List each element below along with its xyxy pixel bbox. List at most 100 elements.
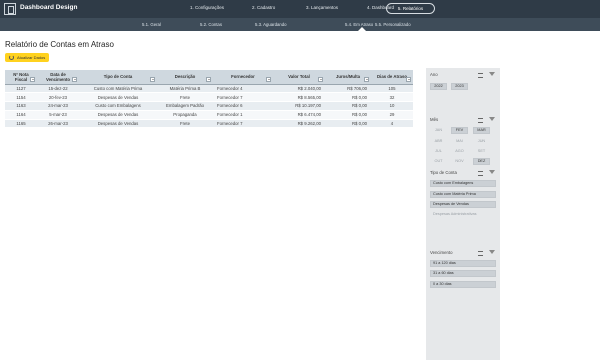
col-header-dias-atraso: Dias de Atraso [371, 70, 413, 85]
refresh-icon [9, 55, 14, 60]
multi-select-icon[interactable] [478, 117, 484, 123]
slicer-item-mes-set[interactable]: SET [473, 148, 490, 155]
table-row[interactable]: 1154 20-fev-23 Despesas de Vendas Frete … [5, 92, 413, 103]
update-data-button[interactable]: Atualizar Dados [5, 53, 49, 62]
subnav-item-aguardando[interactable]: 5.3. Aguardando [255, 22, 287, 27]
slicer-item-mes-mai[interactable]: MAI [451, 138, 468, 145]
clear-filter-icon[interactable] [489, 170, 495, 176]
slicer-title-tipo-conta: Tipo de Conta [430, 170, 457, 175]
table-row[interactable]: 1164 5-mar-23 Despesas de Vendas Propaga… [5, 110, 413, 120]
cell-juros-multa: R$ 706,00 [325, 83, 371, 94]
subnav-item-geral[interactable]: 5.1. Geral [142, 22, 161, 27]
col-header-juros-multa: Juros/Multa [325, 70, 371, 85]
slicer-item-mes-jan[interactable]: JAN [430, 127, 447, 134]
slicer-item-mes-jun[interactable]: JUN [473, 138, 490, 145]
dropdown-arrow-icon[interactable] [30, 76, 35, 82]
cell-valor-total: R$ 2.040,00 [273, 83, 325, 94]
clear-filter-icon[interactable] [489, 117, 495, 123]
cell-fornecedor: Fornecedor 7 [213, 92, 273, 103]
nav-item-lancamentos[interactable]: 3. Lançamentos [306, 5, 338, 10]
col-header-vencimento: Data de Vencimento [37, 70, 79, 85]
cell-nota-fiscal: 1127 [5, 83, 37, 94]
nav-item-relatorios[interactable]: 5. Relatórios [386, 3, 435, 14]
slicer-item-vencimento-0-30[interactable]: 0 a 30 dias [430, 281, 496, 288]
cell-juros-multa: R$ 0,00 [325, 119, 371, 129]
clear-filter-icon[interactable] [489, 250, 495, 256]
slicer-item-mes-dez[interactable]: DEZ [473, 158, 490, 165]
top-nav-bar: Dashboard Design 1. Configurações 2. Cad… [0, 0, 600, 18]
dashboard-logo-icon [4, 3, 16, 15]
slicer-item-tipo-embalagens[interactable]: Custo com Embalagens [430, 180, 496, 187]
slicer-item-vencimento-31-60[interactable]: 31 a 60 dias [430, 270, 496, 277]
cell-nota-fiscal: 1164 [5, 110, 37, 120]
slicer-item-mes-abr[interactable]: ABR [430, 138, 447, 145]
cell-valor-total: R$ 8.565,00 [273, 92, 325, 103]
slicer-item-vencimento-91-120[interactable]: 91 a 120 dias [430, 260, 496, 267]
dropdown-arrow-icon[interactable] [406, 76, 411, 82]
active-subnav-marker [358, 27, 366, 31]
cell-dias-atraso: 4 [371, 119, 413, 129]
slicer-item-tipo-despesas-administrativas[interactable]: Despesas Administrativas [430, 211, 496, 218]
dropdown-arrow-icon[interactable] [364, 76, 369, 82]
cell-nota-fiscal: 1154 [5, 92, 37, 103]
cell-valor-total: R$ 10.197,00 [273, 101, 325, 111]
slicer-title-ano: Ano [430, 72, 438, 77]
slicer-item-mes-jul[interactable]: JUL [430, 148, 447, 155]
table-row[interactable]: 1165 26-mar-23 Despesas de Vendas Frete … [5, 119, 413, 129]
subnav-item-contas[interactable]: 5.2. Contas [200, 22, 222, 27]
cell-descricao: Frete [157, 92, 213, 103]
cell-dias-atraso: 105 [371, 83, 413, 94]
cell-dias-atraso: 32 [371, 92, 413, 103]
dropdown-arrow-icon[interactable] [72, 76, 77, 82]
slicer-controls-tipo-conta [478, 170, 498, 176]
cell-juros-multa: R$ 0,00 [325, 101, 371, 111]
cell-vencimento: 24-mar-23 [37, 101, 79, 111]
nav-item-cadastro[interactable]: 2. Cadastro [252, 5, 275, 10]
table-row[interactable]: 1163 24-mar-23 Custo com Embalagens Emba… [5, 101, 413, 111]
slicer-item-mes-ago[interactable]: AGO [451, 148, 468, 155]
dropdown-arrow-icon[interactable] [318, 76, 323, 82]
cell-fornecedor: Fornecedor 1 [213, 110, 273, 120]
cell-vencimento: 26-mar-23 [37, 119, 79, 129]
multi-select-icon[interactable] [478, 170, 484, 176]
slicer-item-tipo-despesas-vendas[interactable]: Despesas de Vendas [430, 201, 496, 208]
subnav-item-personalizado[interactable]: 5.5. Personalizado [375, 22, 411, 27]
cell-tipo-conta: Custo com Embalagens [79, 101, 157, 111]
cell-dias-atraso: 10 [371, 101, 413, 111]
update-data-label: Atualizar Dados [17, 55, 46, 60]
col-header-valor-total: Valor Total [273, 70, 325, 85]
overdue-accounts-table: Nº Nota Fiscal Data de Vencimento Tipo d… [5, 70, 413, 129]
sub-nav-bar: 5.1. Geral 5.2. Contas 5.3. Aguardando 5… [0, 18, 600, 31]
slicer-title-vencimento: Vencimento [430, 250, 453, 255]
cell-descricao: Embalagem Padrão [157, 101, 213, 111]
multi-select-icon[interactable] [478, 250, 484, 256]
slicer-item-tipo-materia-prima[interactable]: Custo com Matéria Prima [430, 191, 496, 198]
cell-vencimento: 15-dez-22 [37, 83, 79, 94]
cell-tipo-conta: Despesas de Vendas [79, 110, 157, 120]
clear-filter-icon[interactable] [489, 72, 495, 78]
cell-dias-atraso: 29 [371, 110, 413, 120]
col-header-fornecedor: Fornecedor [213, 70, 273, 85]
cell-fornecedor: Fornecedor 4 [213, 83, 273, 94]
slicer-controls-vencimento [478, 250, 498, 256]
cell-vencimento: 5-mar-23 [37, 110, 79, 120]
slicer-item-mes-nov[interactable]: NOV [451, 158, 468, 165]
slicer-item-mes-out[interactable]: OUT [430, 158, 447, 165]
cell-tipo-conta: Despesas de Vendas [79, 119, 157, 129]
cell-tipo-conta: Custo com Matéria Prima [79, 83, 157, 94]
nav-item-configuracoes[interactable]: 1. Configurações [190, 5, 224, 10]
cell-nota-fiscal: 1165 [5, 119, 37, 129]
slicer-item-mes-mar[interactable]: MAR [473, 127, 490, 134]
table-row[interactable]: 1127 15-dez-22 Custo com Matéria Prima M… [5, 83, 413, 94]
dropdown-arrow-icon[interactable] [150, 76, 155, 82]
slicer-item-ano-2022[interactable]: 2022 [430, 83, 447, 90]
cell-descricao: Matéria Prima B [157, 83, 213, 94]
dropdown-arrow-icon[interactable] [266, 76, 271, 82]
col-header-nota-fiscal: Nº Nota Fiscal [5, 70, 37, 85]
slicer-item-mes-fev[interactable]: FEV [451, 127, 468, 134]
cell-nota-fiscal: 1163 [5, 101, 37, 111]
cell-juros-multa: R$ 0,00 [325, 92, 371, 103]
slicer-item-ano-2023[interactable]: 2023 [451, 83, 468, 90]
multi-select-icon[interactable] [478, 72, 484, 78]
dropdown-arrow-icon[interactable] [206, 76, 211, 82]
